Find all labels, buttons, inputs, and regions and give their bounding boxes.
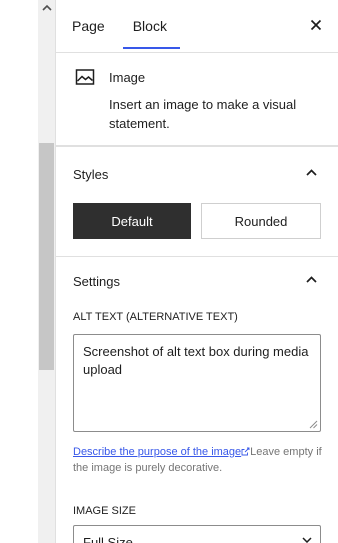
scrollbar-thumb[interactable] bbox=[39, 143, 54, 370]
block-title: Image bbox=[109, 70, 146, 85]
alt-text-value: Screenshot of alt text box during media … bbox=[83, 344, 309, 377]
tab-page[interactable]: Page bbox=[56, 0, 121, 52]
settings-heading: Settings bbox=[73, 274, 120, 289]
block-description: Insert an image to make a visual stateme… bbox=[109, 97, 297, 131]
chevron-up-icon bbox=[306, 276, 317, 283]
tab-block[interactable]: Block bbox=[121, 0, 182, 52]
styles-heading: Styles bbox=[73, 167, 109, 182]
close-sidebar-button[interactable] bbox=[304, 13, 328, 37]
chevron-up-icon bbox=[41, 4, 52, 11]
external-link-icon bbox=[241, 447, 250, 456]
describe-purpose-link[interactable]: Describe the purpose of the image bbox=[73, 446, 241, 458]
image-size-value: Full Size bbox=[83, 535, 133, 543]
alt-text-textarea[interactable]: Screenshot of alt text box during media … bbox=[73, 334, 321, 432]
styles-panel-toggle[interactable]: Styles bbox=[56, 154, 338, 194]
style-default-button[interactable]: Default bbox=[73, 203, 191, 239]
close-icon bbox=[310, 19, 322, 31]
alt-text-label: ALT TEXT (ALTERNATIVE TEXT) bbox=[73, 311, 238, 323]
alt-text-help: Describe the purpose of the image Leave e… bbox=[73, 444, 323, 476]
style-rounded-button[interactable]: Rounded bbox=[201, 203, 321, 239]
chevron-down-icon bbox=[302, 537, 312, 543]
divider bbox=[56, 146, 338, 147]
image-size-select[interactable]: Full Size bbox=[73, 525, 321, 543]
image-icon bbox=[75, 69, 95, 85]
settings-sidebar: Page Block Image Insert an image to make… bbox=[55, 0, 338, 543]
divider bbox=[56, 256, 338, 257]
scroll-up-button[interactable] bbox=[38, 0, 55, 22]
chevron-up-icon bbox=[306, 169, 317, 176]
resize-handle-icon[interactable] bbox=[308, 419, 318, 429]
sidebar-tabs: Page Block bbox=[56, 0, 338, 53]
editor-canvas-edge bbox=[0, 0, 38, 543]
settings-panel-toggle[interactable]: Settings bbox=[56, 262, 338, 302]
image-size-label: IMAGE SIZE bbox=[73, 505, 136, 517]
